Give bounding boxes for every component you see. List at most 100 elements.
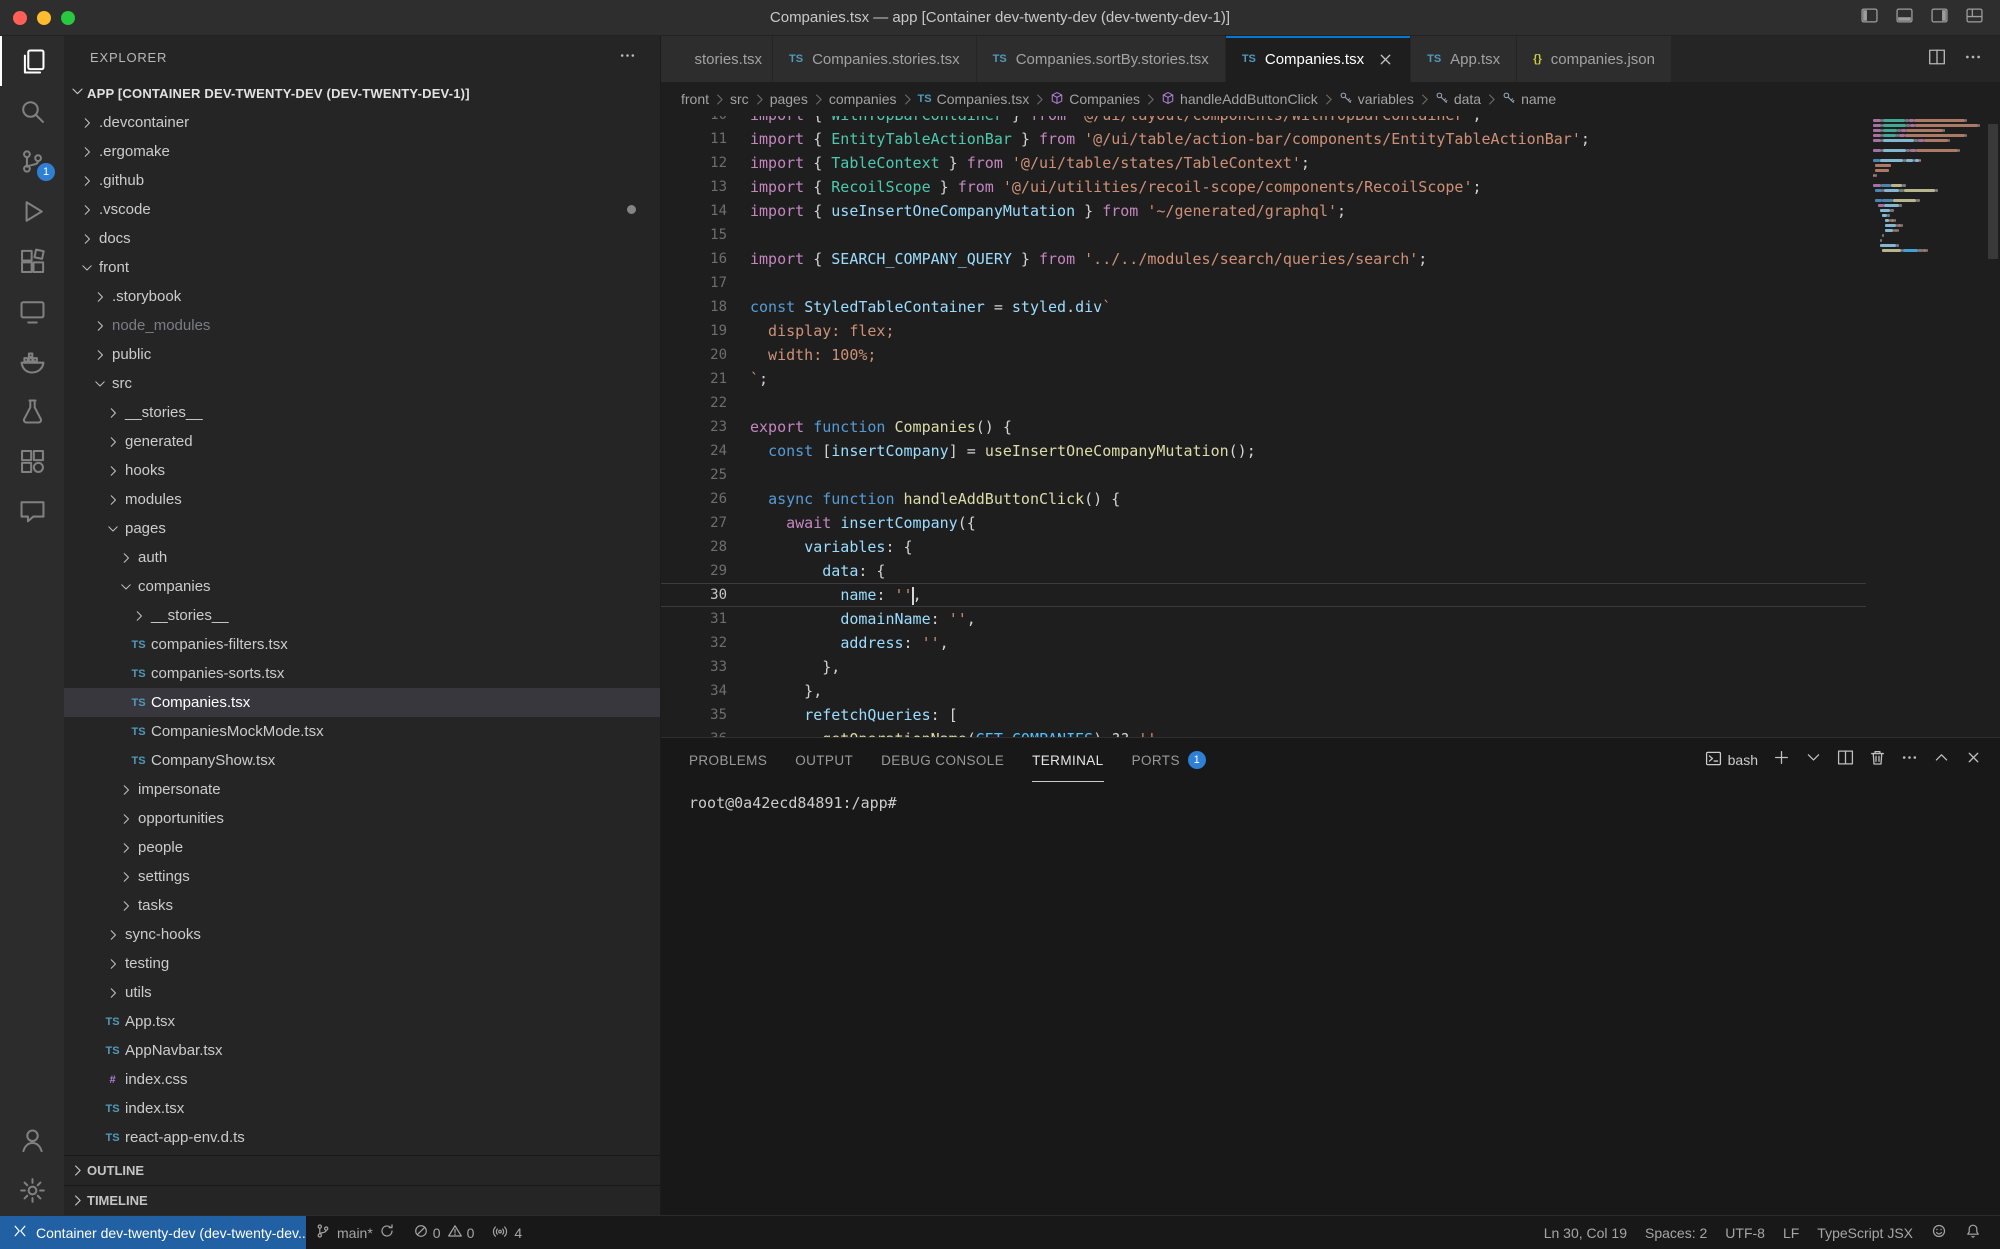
zoom-window-button[interactable] [61, 11, 75, 25]
minimize-window-button[interactable] [37, 11, 51, 25]
kill-terminal-button[interactable] [1869, 749, 1886, 771]
breadcrumb-item-Companies.tsx[interactable]: TSCompanies.tsx [918, 91, 1030, 107]
toggle-sidebar-button[interactable] [1860, 7, 1879, 29]
source-control-button[interactable]: 1 [0, 136, 64, 186]
tree-folder-__stories__[interactable]: __stories__ [64, 601, 660, 630]
language-indicator[interactable]: TypeScript JSX [1808, 1216, 1922, 1249]
explorer-button[interactable] [0, 36, 64, 86]
shell-selector[interactable]: bash [1705, 750, 1758, 770]
code-line-26[interactable]: 26 async function handleAddButtonClick()… [661, 487, 1866, 511]
tree-file-react-app-env.d.ts[interactable]: TSreact-app-env.d.ts [64, 1123, 660, 1152]
panel-more-actions-button[interactable] [1901, 749, 1918, 771]
tree-folder-docs[interactable]: docs [64, 224, 660, 253]
extensions-button[interactable] [0, 236, 64, 286]
editor-scrollbar[interactable] [1986, 116, 2000, 737]
tree-folder-.devcontainer[interactable]: .devcontainer [64, 108, 660, 137]
comments-button[interactable] [0, 486, 64, 536]
code-line-27[interactable]: 27 await insertCompany({ [661, 511, 1866, 535]
code-line-25[interactable]: 25 [661, 463, 1866, 487]
terminal-output[interactable]: root@0a42ecd84891:/app# [661, 782, 2000, 1215]
editor-more-actions-button[interactable] [1964, 48, 1982, 71]
tree-folder-.vscode[interactable]: .vscode [64, 195, 660, 224]
code-pane[interactable]: 10import { WithTopBarContainer } from '@… [661, 116, 1866, 737]
breadcrumb-item-pages[interactable]: pages [770, 91, 808, 107]
tree-folder-__stories__[interactable]: __stories__ [64, 398, 660, 427]
remote-explorer-button[interactable] [0, 286, 64, 336]
tree-folder-tasks[interactable]: tasks [64, 891, 660, 920]
tab-Companies.tsx[interactable]: TSCompanies.tsx [1226, 36, 1411, 82]
code-line-11[interactable]: 11import { EntityTableActionBar } from '… [661, 127, 1866, 151]
code-line-34[interactable]: 34 }, [661, 679, 1866, 703]
code-line-14[interactable]: 14import { useInsertOneCompanyMutation }… [661, 199, 1866, 223]
code-line-12[interactable]: 12import { TableContext } from '@/ui/tab… [661, 151, 1866, 175]
tree-file-AppNavbar.tsx[interactable]: TSAppNavbar.tsx [64, 1036, 660, 1065]
code-line-19[interactable]: 19 display: flex; [661, 319, 1866, 343]
tree-folder-opportunities[interactable]: opportunities [64, 804, 660, 833]
github-actions-button[interactable] [0, 436, 64, 486]
tab-App.tsx[interactable]: TSApp.tsx [1411, 36, 1517, 82]
tree-file-App.tsx[interactable]: TSApp.tsx [64, 1007, 660, 1036]
code-line-22[interactable]: 22 [661, 391, 1866, 415]
code-line-20[interactable]: 20 width: 100%; [661, 343, 1866, 367]
minimap[interactable] [1866, 116, 1986, 737]
breadcrumb-item-Companies[interactable]: Companies [1050, 91, 1140, 108]
tree-folder-public[interactable]: public [64, 340, 660, 369]
tree-folder-people[interactable]: people [64, 833, 660, 862]
search-button[interactable] [0, 86, 64, 136]
tree-folder-pages[interactable]: pages [64, 514, 660, 543]
section-timeline[interactable]: TIMELINE [64, 1185, 660, 1215]
breadcrumb-item-data[interactable]: data [1435, 91, 1481, 108]
tree-file-CompanyShow.tsx[interactable]: TSCompanyShow.tsx [64, 746, 660, 775]
new-terminal-button[interactable] [1773, 749, 1790, 771]
explorer-more-actions-button[interactable] [619, 47, 636, 67]
breadcrumb-item-variables[interactable]: variables [1339, 91, 1414, 108]
tree-folder-.ergomake[interactable]: .ergomake [64, 137, 660, 166]
panel-tab-terminal[interactable]: TERMINAL [1032, 738, 1103, 782]
split-terminal-button[interactable] [1837, 749, 1854, 771]
tree-file-companies-sorts.tsx[interactable]: TScompanies-sorts.tsx [64, 659, 660, 688]
tree-file-CompaniesMockMode.tsx[interactable]: TSCompaniesMockMode.tsx [64, 717, 660, 746]
code-line-29[interactable]: 29 data: { [661, 559, 1866, 583]
tab-Companies.sortBy.stories.tsx[interactable]: TSCompanies.sortBy.stories.tsx [977, 36, 1226, 82]
tree-folder-testing[interactable]: testing [64, 949, 660, 978]
breadcrumb-item-src[interactable]: src [730, 91, 749, 107]
code-line-28[interactable]: 28 variables: { [661, 535, 1866, 559]
section-outline[interactable]: OUTLINE [64, 1155, 660, 1185]
tree-folder-impersonate[interactable]: impersonate [64, 775, 660, 804]
breadcrumb-item-name[interactable]: name [1502, 91, 1556, 108]
tree-file-index.tsx[interactable]: TSindex.tsx [64, 1094, 660, 1123]
tree-folder-auth[interactable]: auth [64, 543, 660, 572]
split-editor-button[interactable] [1928, 48, 1946, 71]
tree-folder-modules[interactable]: modules [64, 485, 660, 514]
notifications-button[interactable] [1956, 1216, 1990, 1249]
code-line-33[interactable]: 33 }, [661, 655, 1866, 679]
code-line-16[interactable]: 16import { SEARCH_COMPANY_QUERY } from '… [661, 247, 1866, 271]
code-line-23[interactable]: 23export function Companies() { [661, 415, 1866, 439]
panel-tab-output[interactable]: OUTPUT [795, 738, 853, 782]
encoding-indicator[interactable]: UTF-8 [1716, 1216, 1774, 1249]
run-debug-button[interactable] [0, 186, 64, 236]
tree-folder-utils[interactable]: utils [64, 978, 660, 1007]
breadcrumb-item-handleAddButtonClick[interactable]: handleAddButtonClick [1161, 91, 1318, 108]
testing-button[interactable] [0, 386, 64, 436]
customize-layout-button[interactable] [1965, 7, 1984, 29]
problems-indicator[interactable]: 0 0 [404, 1216, 484, 1249]
cursor-position-indicator[interactable]: Ln 30, Col 19 [1535, 1216, 1636, 1249]
code-line-13[interactable]: 13import { RecoilScope } from '@/ui/util… [661, 175, 1866, 199]
code-line-31[interactable]: 31 domainName: '', [661, 607, 1866, 631]
code-line-30[interactable]: 30 name: '', [661, 583, 1866, 607]
tree-folder-settings[interactable]: settings [64, 862, 660, 891]
tree-folder-sync-hooks[interactable]: sync-hooks [64, 920, 660, 949]
branch-indicator[interactable]: main* [306, 1216, 404, 1249]
close-window-button[interactable] [13, 11, 27, 25]
eol-indicator[interactable]: LF [1774, 1216, 1808, 1249]
tree-file-index.css[interactable]: #index.css [64, 1065, 660, 1094]
panel-tab-ports[interactable]: PORTS1 [1132, 738, 1206, 782]
settings-button[interactable] [0, 1165, 64, 1215]
tree-folder-.storybook[interactable]: .storybook [64, 282, 660, 311]
tree-folder-src[interactable]: src [64, 369, 660, 398]
code-line-18[interactable]: 18const StyledTableContainer = styled.di… [661, 295, 1866, 319]
panel-tab-problems[interactable]: PROBLEMS [689, 738, 767, 782]
terminal-dropdown-button[interactable] [1805, 749, 1822, 771]
tree-file-Companies.tsx[interactable]: TSCompanies.tsx [64, 688, 660, 717]
